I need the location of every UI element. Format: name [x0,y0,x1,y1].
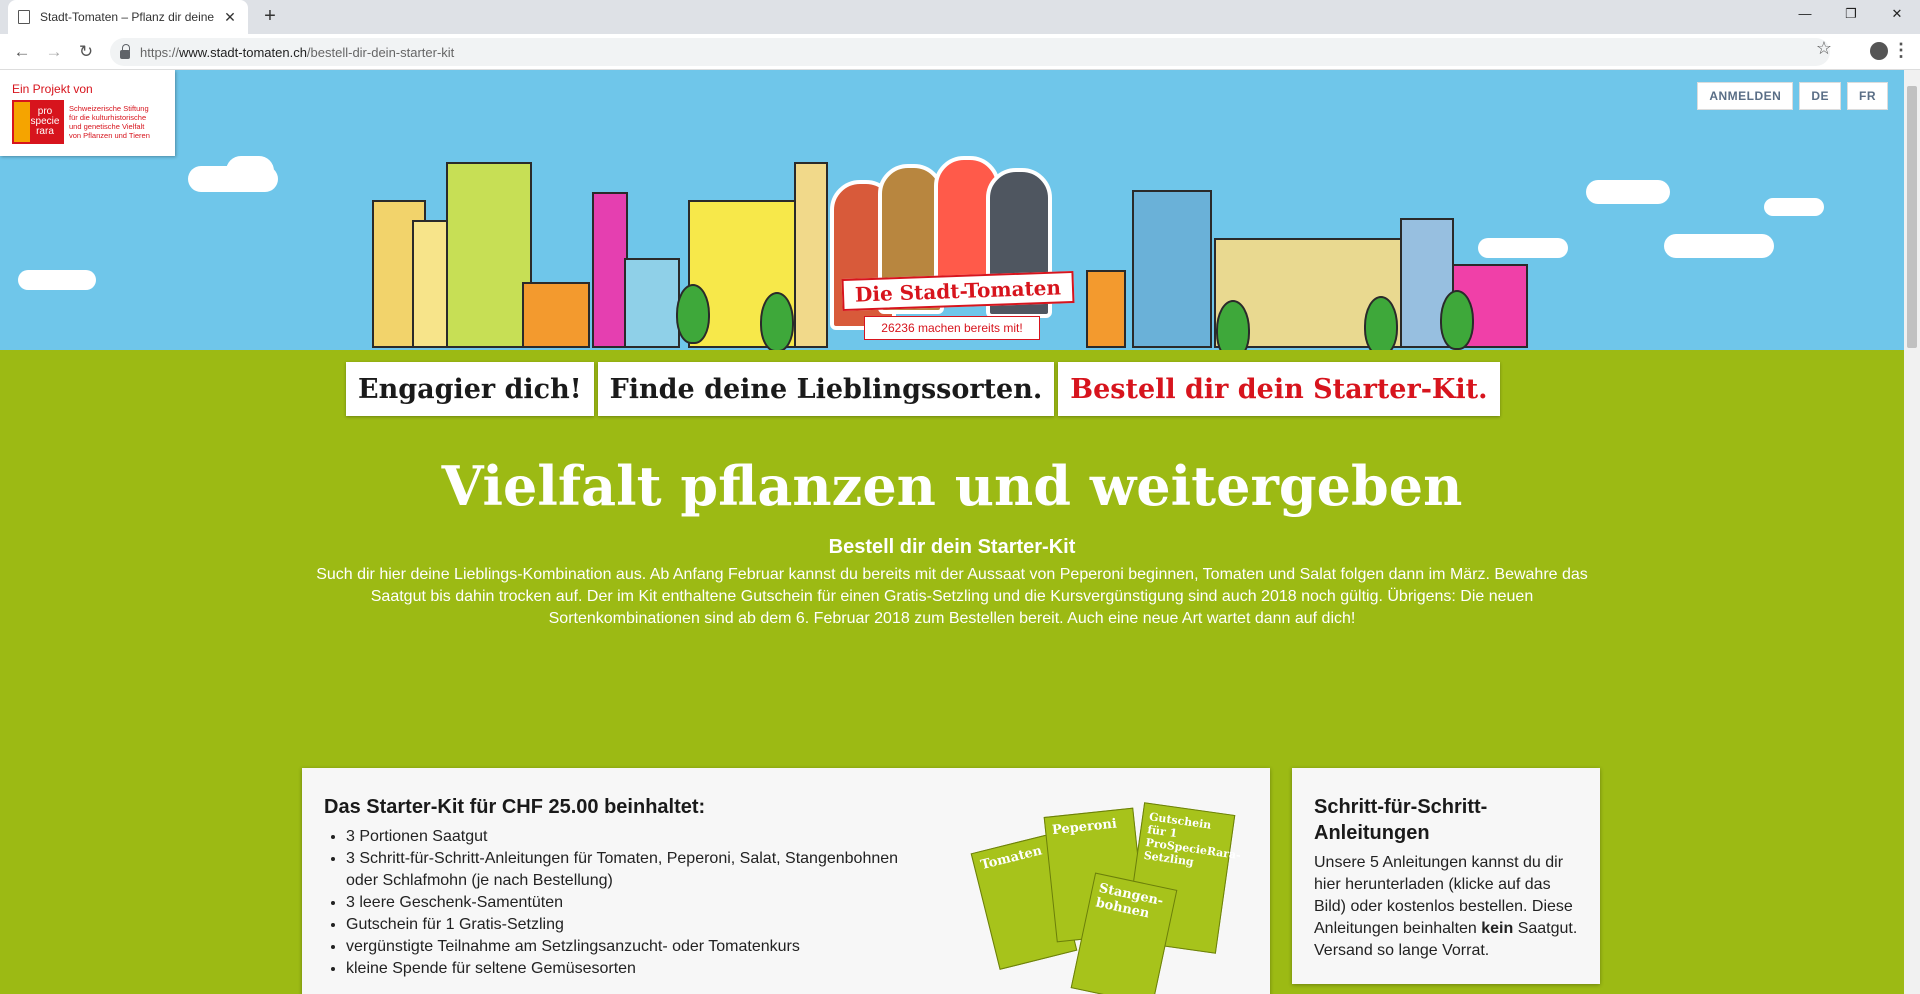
logo-text-line: für die kulturhistorische [69,113,147,122]
cloud [1764,198,1824,216]
cloud [226,156,274,186]
forward-icon[interactable]: → [42,40,66,64]
starter-kit-list: 3 Portionen Saatgut 3 Schritt-für-Schrit… [324,826,904,980]
logo-text-line: und genetische Vielfalt [69,122,145,131]
page-scrollbar[interactable] [1904,70,1920,994]
project-badge[interactable]: Ein Projekt von pro specie rara Schweize… [0,70,175,156]
account-icon[interactable] [1870,42,1888,60]
restore-icon[interactable]: ❐ [1828,0,1874,30]
address-bar: ← → ↻ https://www.stadt-tomaten.ch/beste… [0,34,1920,70]
back-icon[interactable]: ← [10,40,34,64]
reload-icon[interactable]: ↻ [74,40,98,64]
participant-counter: 26236 machen bereits mit! [864,316,1040,340]
prospecierara-logo-mark: pro specie rara [12,100,64,144]
page-content: Die Stadt-Tomaten 26236 machen bereits m… [0,70,1904,994]
list-item: kleine Spende für seltene Gemüsesorten [346,958,904,980]
cinema [1086,270,1126,348]
browser-tabbar: Stadt-Tomaten – Pflanz dir deine ✕ + — ❐… [0,0,1920,34]
cloud [18,270,96,290]
lock-icon [120,43,130,59]
url-path: /bestell-dir-dein-starter-kit [306,44,455,60]
new-tab-icon[interactable]: + [258,5,282,29]
header-buttons: ANMELDEN DE FR [1697,82,1888,110]
prospecierara-logo[interactable]: pro specie rara Schweizerische Stiftung … [12,100,163,144]
starter-kit-image[interactable]: Tomaten Peperoni Gutschein für 1 ProSpec… [970,800,1244,994]
nav-lieblingssorten[interactable]: Finde deine Lieblingssorten. [597,362,1055,416]
list-item: Gutschein für 1 Gratis-Setzling [346,914,904,936]
guides-text: Unsere 5 Anleitungen kannst du dir hier … [1314,852,1578,962]
url-input[interactable]: https://www.stadt-tomaten.ch/bestell-dir… [110,38,1830,66]
guides-title: Schritt-für-Schritt-Anleitungen [1314,796,1488,844]
house [1132,190,1212,348]
logo-text-line: Schweizerische Stiftung [69,104,149,113]
list-item: vergünstigte Teilnahme am Setzlingsanzuc… [346,936,904,958]
page-title: Vielfalt pflanzen und weitergeben [441,454,1463,518]
scrollbar-thumb[interactable] [1907,86,1917,348]
main-nav: Engagier dich! Finde deine Lieblingssort… [346,362,1500,416]
project-label: Ein Projekt von [12,82,93,96]
url-prefix: https:// [140,44,180,60]
menu-icon[interactable]: ⋮ [1892,40,1910,61]
cloud [1586,180,1670,204]
window-close-icon[interactable]: ✕ [1874,0,1920,30]
house [446,162,532,348]
house [592,192,628,348]
list-item: 3 Portionen Saatgut [346,826,904,848]
tree [1440,290,1474,350]
lang-fr-button[interactable]: FR [1847,82,1888,110]
intro-text: Such dir hier deine Lieblings-Kombinatio… [316,566,1588,627]
lang-de-button[interactable]: DE [1799,82,1841,110]
tree [760,292,794,352]
logo-text-line: von Pflanzen und Tieren [69,131,150,140]
bookmark-star-icon[interactable]: ☆ [1816,38,1832,59]
url-host: www.stadt-tomaten.ch [179,44,307,60]
tree [1364,296,1398,356]
section-subtitle: Bestell dir dein Starter-Kit [828,536,1076,558]
page-icon [18,10,30,24]
house [522,282,590,348]
logo-text: Schweizerische Stiftung für die kulturhi… [69,104,150,140]
guides-card: Schritt-für-Schritt-Anleitungen Unsere 5… [1292,768,1600,984]
tower [794,162,828,348]
nav-starter-kit[interactable]: Bestell dir dein Starter-Kit. [1058,362,1500,416]
house [624,258,680,348]
cloud [1478,238,1568,258]
list-item: 3 leere Geschenk-Samentüten [346,892,904,914]
tab-close-icon[interactable]: ✕ [222,9,238,26]
list-item: 3 Schritt-für-Schritt-Anleitungen für To… [346,848,904,892]
minimize-icon[interactable]: — [1782,0,1828,30]
cloud [1664,234,1774,258]
browser-tab[interactable]: Stadt-Tomaten – Pflanz dir deine ✕ [8,0,248,34]
guides-text-bold: kein [1481,920,1514,937]
logo-word: rara [36,126,54,137]
tab-title: Stadt-Tomaten – Pflanz dir deine [40,10,215,24]
nav-engagier-dich[interactable]: Engagier dich! [346,362,594,416]
tree [676,284,710,344]
login-button[interactable]: ANMELDEN [1697,82,1794,110]
